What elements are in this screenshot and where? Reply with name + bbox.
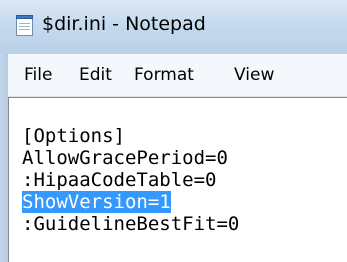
selected-text-line[interactable]: ShowVersion=1 [22, 191, 171, 213]
text-editor[interactable]: [Options] AllowGracePeriod=0 :HipaaCodeT… [8, 97, 347, 262]
notepad-icon[interactable] [16, 15, 33, 36]
menu-view[interactable]: View [234, 64, 274, 86]
menu-bar: File Edit Format View [8, 54, 347, 97]
text-line: AllowGracePeriod=0 [22, 147, 228, 169]
notepad-window: $dir.ini - Notepad File Edit Format View… [0, 0, 347, 262]
menu-file[interactable]: File [24, 64, 52, 86]
text-line: :GuidelineBestFit=0 [22, 213, 240, 235]
window-frame-left [0, 54, 8, 262]
text-line: [Options] [22, 125, 125, 147]
text-line: :HipaaCodeTable=0 [22, 169, 217, 191]
title-bar[interactable]: $dir.ini - Notepad [0, 0, 347, 54]
menu-edit[interactable]: Edit [79, 64, 112, 86]
window-title: $dir.ini - Notepad [42, 13, 206, 35]
menu-format[interactable]: Format [134, 64, 194, 86]
